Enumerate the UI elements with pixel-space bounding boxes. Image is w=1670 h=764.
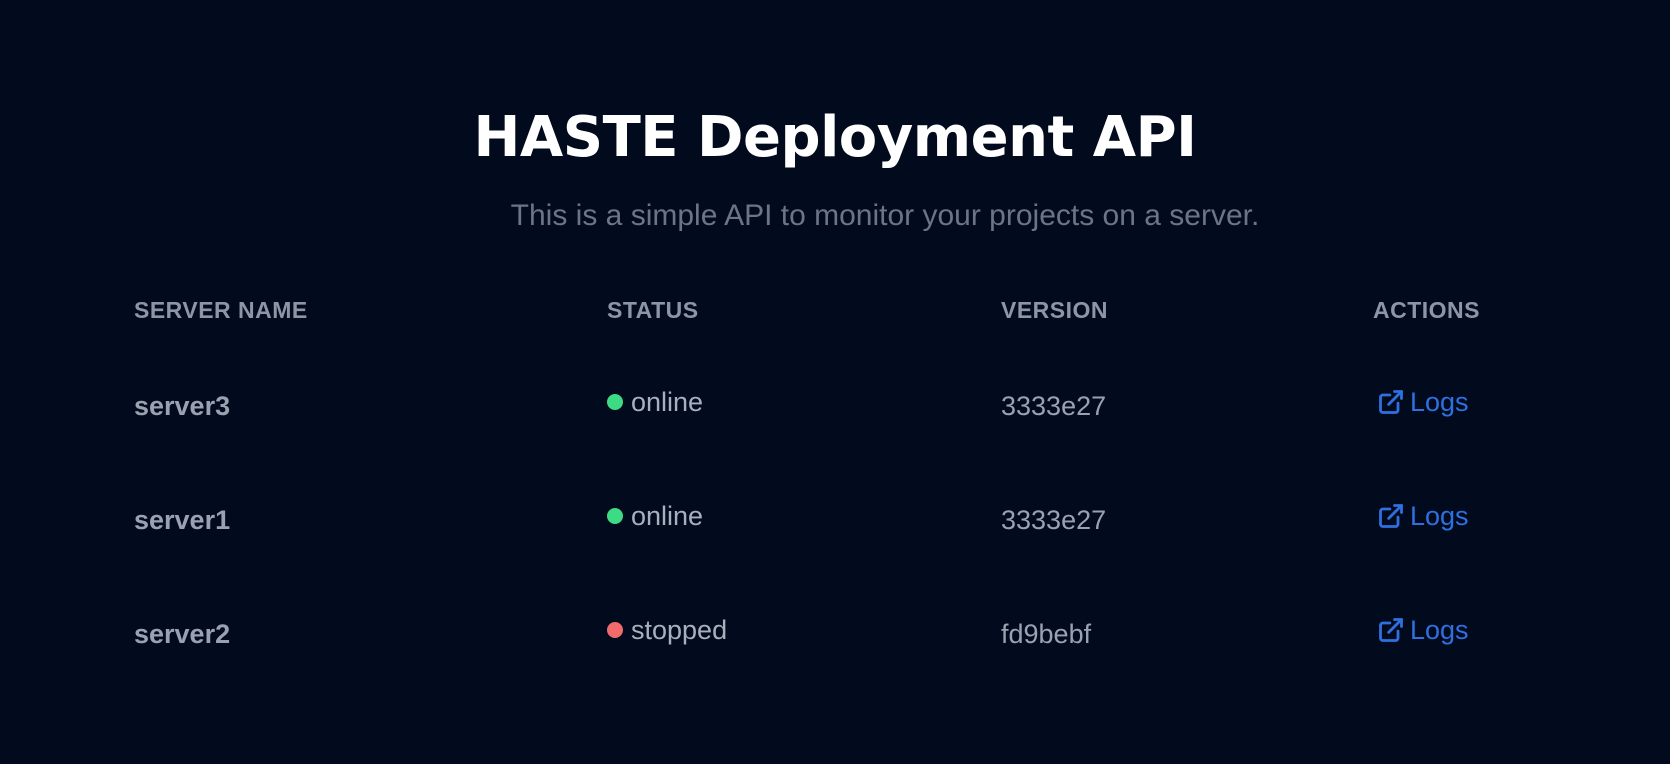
table-row: server3 online 3333e27 Logs [134,382,1534,442]
external-link-icon [1377,616,1405,644]
status-text: stopped [631,615,728,645]
table-row: server1 online 3333e27 Logs [134,496,1534,556]
status-dot [607,394,623,410]
status-cell: online [607,496,703,536]
page-subtitle: This is a simple API to monitor your pro… [510,199,1260,232]
page: HASTE Deployment API This is a simple AP… [0,0,1670,764]
logs-label: Logs [1410,387,1469,417]
server-name: server3 [134,391,231,421]
version: 3333e27 [1001,505,1107,535]
logs-label: Logs [1410,501,1469,531]
page-title: HASTE Deployment API [473,105,1197,170]
logs-link[interactable]: Logs [1377,496,1469,536]
status-dot [607,622,623,638]
logs-link[interactable]: Logs [1377,610,1469,650]
status-text: online [631,387,704,417]
server-name: server2 [134,619,231,649]
external-link-icon [1377,502,1405,530]
table-row: server2 stopped fd9bebf Logs [134,610,1534,670]
column-header-status: STATUS [607,297,699,323]
status-cell: stopped [607,610,727,650]
status-dot [607,508,623,524]
status-text: online [631,501,704,531]
version: 3333e27 [1001,391,1107,421]
server-name: server1 [134,505,231,535]
column-header-version: VERSION [1001,297,1109,323]
external-link-icon [1377,388,1405,416]
version: fd9bebf [1001,619,1092,649]
status-cell: online [607,382,703,422]
column-header-server-name: SERVER NAME [134,297,308,323]
logs-label: Logs [1410,615,1469,645]
logs-link[interactable]: Logs [1377,382,1469,422]
column-header-actions: ACTIONS [1373,297,1480,323]
